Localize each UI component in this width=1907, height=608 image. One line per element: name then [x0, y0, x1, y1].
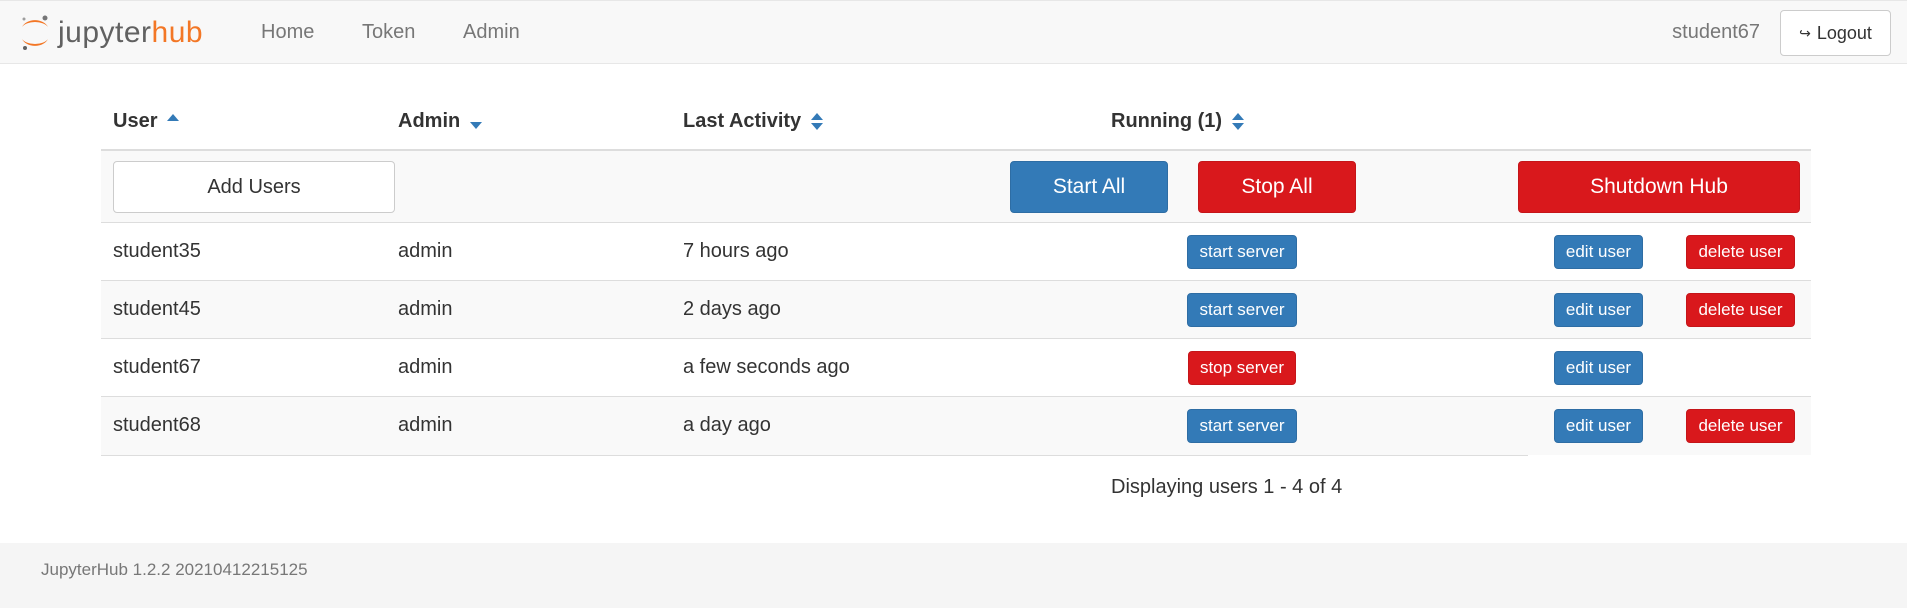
admin-flag: admin	[398, 298, 453, 320]
table-row: student35 admin 7 hours ago start server…	[101, 223, 1811, 281]
nav-home-link[interactable]: Home	[261, 21, 314, 44]
users-table: User Admin Last Activity Running (1) Add…	[101, 96, 1811, 456]
version-info: JupyterHub 1.2.2 20210412215125	[41, 560, 308, 579]
running-header-label: Running (1)	[1111, 110, 1223, 132]
sort-by-admin-header[interactable]: Admin	[398, 110, 483, 133]
delete-user-button[interactable]: delete user	[1686, 409, 1795, 443]
jupyter-logo-icon	[22, 15, 48, 50]
last-activity: a day ago	[683, 414, 771, 436]
stop-all-button[interactable]: Stop All	[1198, 161, 1356, 213]
shutdown-hub-button[interactable]: Shutdown Hub	[1518, 161, 1800, 213]
user-name: student35	[113, 240, 201, 262]
stop-server-button[interactable]: stop server	[1188, 351, 1296, 385]
last-activity: a few seconds ago	[683, 356, 850, 378]
admin-flag: admin	[398, 356, 453, 378]
user-name: student45	[113, 298, 201, 320]
nav-admin-link[interactable]: Admin	[463, 21, 520, 44]
table-row: student67 admin a few seconds ago stop s…	[101, 339, 1811, 397]
nav-token-link[interactable]: Token	[362, 21, 415, 44]
user-name: student68	[113, 414, 201, 436]
pagination-info: Displaying users 1 - 4 of 4	[1111, 476, 1343, 498]
sort-by-running-header[interactable]: Running (1)	[1111, 110, 1245, 133]
sort-desc-icon	[470, 122, 483, 129]
edit-user-button[interactable]: edit user	[1554, 409, 1643, 443]
logo-text: jupyterhub	[58, 16, 204, 49]
row-divider	[101, 455, 1528, 456]
bulk-actions-row: Add Users Start All Stop All Shutdown Hu…	[101, 151, 1811, 223]
admin-header-label: Admin	[398, 110, 461, 132]
user-header-label: User	[113, 110, 158, 132]
sort-by-user-header[interactable]: User	[113, 110, 180, 133]
sort-asc-icon	[167, 114, 180, 121]
footer: JupyterHub 1.2.2 20210412215125	[0, 543, 1907, 608]
logout-label: Logout	[1816, 22, 1872, 43]
last-activity: 7 hours ago	[683, 240, 789, 262]
table-row: student45 admin 2 days ago start server …	[101, 281, 1811, 339]
edit-user-button[interactable]: edit user	[1554, 351, 1643, 385]
start-server-button[interactable]: start server	[1187, 409, 1297, 443]
delete-user-button[interactable]: delete user	[1686, 235, 1795, 269]
admin-flag: admin	[398, 240, 453, 262]
jupyterhub-logo[interactable]: jupyterhub	[18, 13, 203, 53]
current-user-label: student67	[1672, 21, 1760, 43]
logout-button[interactable]: ↪ Logout	[1780, 10, 1891, 56]
start-server-button[interactable]: start server	[1187, 235, 1297, 269]
navbar: jupyterhub Home Token Admin student67 ↪ …	[0, 0, 1907, 64]
table-header: User Admin Last Activity Running (1)	[101, 96, 1811, 151]
table-row: student68 admin a day ago start server e…	[101, 397, 1811, 456]
sort-icon	[1232, 113, 1245, 130]
delete-user-button[interactable]: delete user	[1686, 293, 1795, 327]
last-activity: 2 days ago	[683, 298, 781, 320]
add-users-button[interactable]: Add Users	[113, 161, 395, 213]
sort-by-last-activity-header[interactable]: Last Activity	[683, 110, 824, 133]
user-name: student67	[113, 356, 201, 378]
last-activity-header-label: Last Activity	[683, 110, 802, 132]
start-all-button[interactable]: Start All	[1010, 161, 1168, 213]
sort-icon	[811, 113, 824, 130]
sign-out-icon: ↪	[1799, 24, 1811, 41]
start-server-button[interactable]: start server	[1187, 293, 1297, 327]
edit-user-button[interactable]: edit user	[1554, 235, 1643, 269]
admin-flag: admin	[398, 414, 453, 436]
edit-user-button[interactable]: edit user	[1554, 293, 1643, 327]
